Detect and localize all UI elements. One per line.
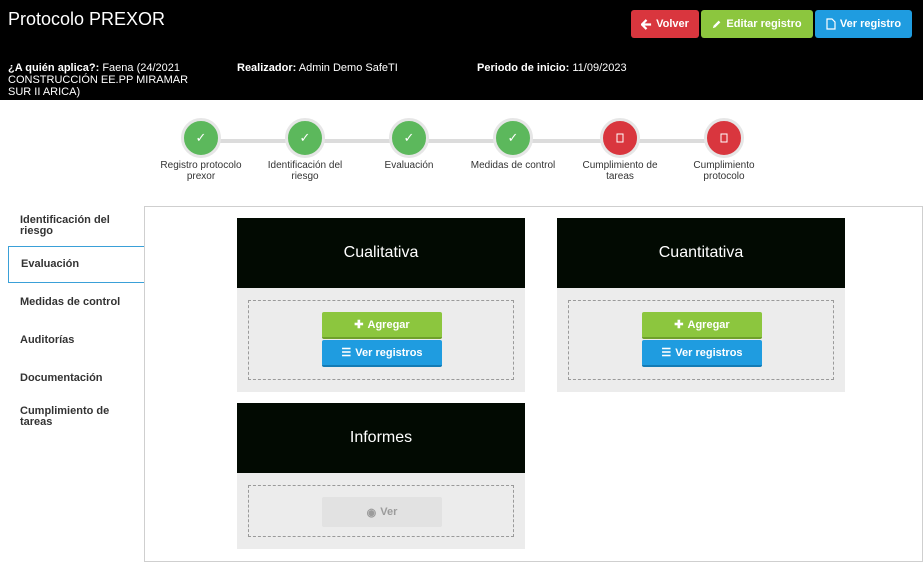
applies-to-info: ¿A quién aplica?: Faena (24/2021 CONSTRU… bbox=[8, 62, 208, 98]
pencil-icon bbox=[713, 20, 721, 29]
applies-to-label: ¿A quién aplica?: bbox=[8, 62, 100, 74]
step-cumplimiento-tareas[interactable]: Cumplimiento de tareas bbox=[575, 118, 665, 182]
list-cuantitativa-button[interactable]: ☰ Ver registros bbox=[642, 340, 762, 367]
card-body: ✚ Agregar ☰ Ver registros bbox=[248, 300, 514, 380]
back-button[interactable]: Volver bbox=[631, 10, 699, 38]
cuantitativa-card: Cuantitativa ✚ Agregar ☰ Ver registros bbox=[557, 218, 845, 392]
content-panel: Cualitativa ✚ Agregar ☰ Ver registros Cu… bbox=[144, 206, 923, 562]
page-header: Protocolo PREXOR Volver Editar registro … bbox=[0, 0, 923, 100]
list-cualitativa-button[interactable]: ☰ Ver registros bbox=[322, 340, 442, 367]
start-period-value: 11/09/2023 bbox=[572, 62, 627, 74]
view-label: Ver bbox=[380, 506, 398, 518]
sidebar-item-evaluacion[interactable]: Evaluación bbox=[8, 246, 144, 283]
add-label: Agregar bbox=[367, 318, 410, 331]
pending-icon bbox=[704, 118, 744, 158]
step-label: Evaluación bbox=[384, 160, 434, 171]
step-cumplimiento-protocolo[interactable]: Cumplimiento protocolo bbox=[679, 118, 769, 182]
arrow-left-icon bbox=[641, 18, 652, 30]
view-record-button-label: Ver registro bbox=[839, 18, 902, 30]
card-body: ◉ Ver bbox=[248, 485, 514, 537]
check-icon: ✓ bbox=[181, 118, 221, 158]
start-period-label: Periodo de inicio: bbox=[477, 62, 570, 74]
step-label: Registro protocolo prexor bbox=[160, 160, 242, 182]
sidebar-item-identificacion[interactable]: Identificación del riesgo bbox=[8, 206, 144, 246]
list-icon: ☰ bbox=[661, 347, 672, 359]
list-icon: ☰ bbox=[341, 347, 352, 359]
step-identificacion-riesgo[interactable]: ✓ Identificación del riesgo bbox=[260, 118, 350, 182]
step-label: Medidas de control bbox=[470, 160, 556, 171]
add-cuantitativa-button[interactable]: ✚ Agregar bbox=[642, 312, 762, 339]
list-label: Ver registros bbox=[355, 346, 423, 359]
step-label: Cumplimiento protocolo bbox=[693, 160, 755, 182]
sidebar-item-cumplimiento[interactable]: Cumplimiento de tareas bbox=[8, 397, 144, 437]
card-body: ✚ Agregar ☰ Ver registros bbox=[568, 300, 834, 380]
cualitativa-card: Cualitativa ✚ Agregar ☰ Ver registros bbox=[237, 218, 525, 392]
step-registro-protocolo[interactable]: ✓ Registro protocolo prexor bbox=[156, 118, 246, 182]
view-informes-button[interactable]: ◉ Ver bbox=[322, 497, 442, 527]
card-title: Cuantitativa bbox=[557, 218, 845, 288]
back-button-label: Volver bbox=[656, 18, 689, 30]
check-icon: ✓ bbox=[285, 118, 325, 158]
plus-icon: ✚ bbox=[674, 319, 684, 331]
pdf-file-icon bbox=[826, 18, 836, 30]
plus-icon: ✚ bbox=[354, 319, 364, 331]
step-label: Identificación del riesgo bbox=[267, 160, 343, 182]
eye-icon: ◉ bbox=[366, 506, 377, 519]
page-title: Protocolo PREXOR bbox=[8, 9, 166, 29]
card-title: Cualitativa bbox=[237, 218, 525, 288]
sidebar-item-auditorias[interactable]: Auditorías bbox=[8, 321, 144, 359]
check-icon: ✓ bbox=[389, 118, 429, 158]
start-period-info: Periodo de inicio: 11/09/2023 bbox=[477, 62, 627, 74]
step-medidas-control[interactable]: ✓ Medidas de control bbox=[468, 118, 558, 171]
pending-icon bbox=[600, 118, 640, 158]
realizer-value: Admin Demo SafeTI bbox=[298, 62, 398, 74]
edit-record-button[interactable]: Editar registro bbox=[701, 10, 813, 38]
card-title: Informes bbox=[237, 403, 525, 473]
list-label: Ver registros bbox=[675, 346, 743, 359]
check-icon: ✓ bbox=[493, 118, 533, 158]
sidebar-nav: Identificación del riesgo Evaluación Med… bbox=[8, 206, 144, 437]
sidebar-item-medidas[interactable]: Medidas de control bbox=[8, 283, 144, 321]
add-cualitativa-button[interactable]: ✚ Agregar bbox=[322, 312, 442, 339]
informes-card: Informes ◉ Ver bbox=[237, 403, 525, 549]
sidebar-item-documentacion[interactable]: Documentación bbox=[8, 359, 144, 397]
step-label: Cumplimiento de tareas bbox=[582, 160, 658, 182]
progress-stepper: ✓ Registro protocolo prexor ✓ Identifica… bbox=[0, 118, 923, 198]
step-evaluacion[interactable]: ✓ Evaluación bbox=[364, 118, 454, 171]
realizer-label: Realizador: bbox=[237, 62, 297, 74]
view-record-button[interactable]: Ver registro bbox=[815, 10, 912, 38]
edit-record-button-label: Editar registro bbox=[726, 18, 802, 30]
realizer-info: Realizador: Admin Demo SafeTI bbox=[237, 62, 398, 74]
add-label: Agregar bbox=[687, 318, 730, 331]
